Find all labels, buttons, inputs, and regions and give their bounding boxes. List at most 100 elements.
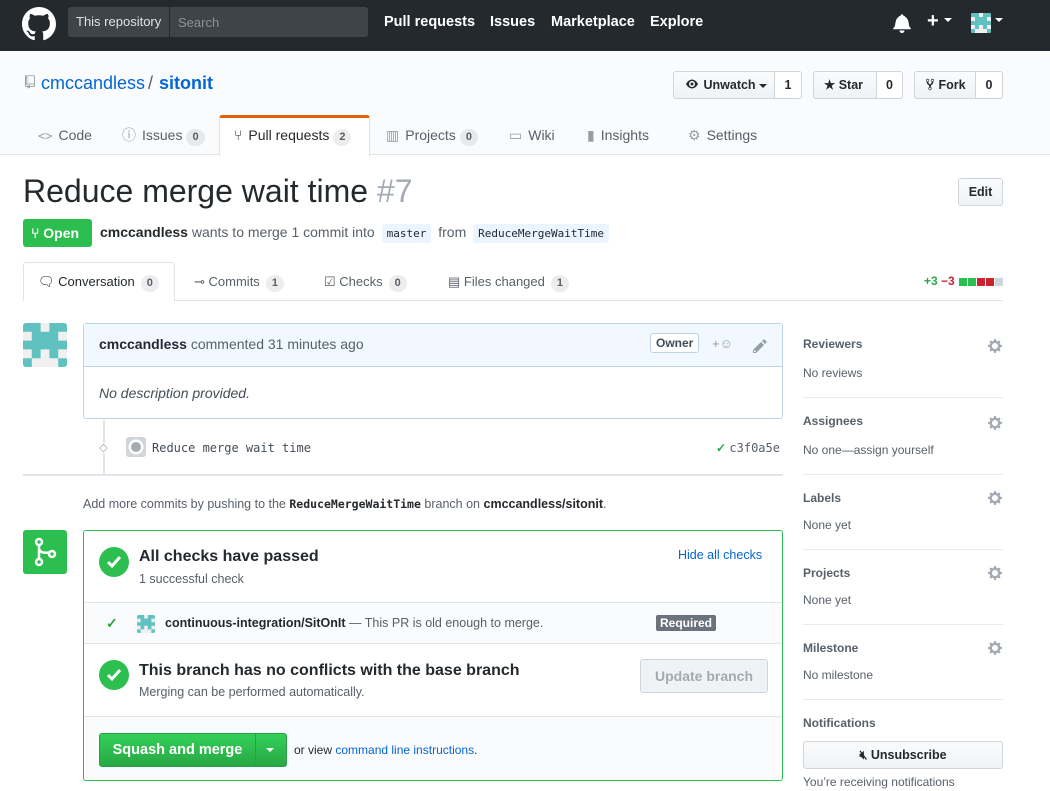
pr-author-link[interactable]: cmccandless — [100, 224, 188, 240]
command-line-instructions-link[interactable]: command line instructions — [335, 743, 474, 757]
tab-count: 2 — [333, 129, 352, 146]
comment-timestamp[interactable]: commented 31 minutes ago — [191, 336, 364, 352]
gear-icon[interactable] — [987, 490, 1003, 506]
tab-label: Projects — [405, 127, 456, 143]
pr-meta-text: wants to merge 1 commit into — [191, 224, 375, 240]
code-icon: <> — [38, 129, 53, 143]
check-circle-icon — [99, 547, 129, 577]
or-view-text: or view — [294, 743, 333, 757]
sidebar-heading: Assignees — [803, 414, 864, 428]
nav-issues[interactable]: Issues — [490, 14, 535, 30]
add-reaction-icon[interactable]: +☺ — [712, 336, 733, 351]
head-branch[interactable]: ReduceMergeWaitTime — [473, 224, 609, 243]
hint-branch: ReduceMergeWaitTime — [289, 497, 421, 511]
graph-icon: ▮ — [587, 127, 595, 143]
pr-meta: cmccandless wants to merge 1 commit into… — [100, 224, 612, 243]
nav-explore[interactable]: Explore — [650, 14, 703, 30]
tab-conversation[interactable]: 🗨︎ Conversation 0 — [38, 274, 159, 292]
merge-box: All checks have passed 1 successful chec… — [83, 530, 783, 781]
global-header: This repository Pull requests Issues Mar… — [0, 0, 1050, 51]
nav-marketplace[interactable]: Marketplace — [551, 14, 635, 30]
tab-projects[interactable]: ▥ Projects 0 — [386, 116, 478, 155]
merge-method-dropdown-icon[interactable] — [266, 748, 274, 752]
base-branch[interactable]: master — [381, 224, 432, 243]
edit-title-button[interactable]: Edit — [958, 178, 1003, 206]
comment-header: cmccandless commented 31 minutes ago Own… — [84, 324, 782, 367]
pr-state-badge: ⑂ Open — [23, 219, 92, 247]
comment-avatar[interactable] — [23, 323, 67, 367]
fork-icon — [925, 78, 935, 91]
gear-icon[interactable] — [987, 565, 1003, 581]
unwatch-button[interactable]: Unwatch — [673, 71, 775, 99]
commit-sha-text: c3f0a5e — [729, 441, 780, 455]
conflicts-subtitle: Merging can be performed automatically. — [139, 685, 365, 699]
tab-checks[interactable]: ☑ Checks 0 — [324, 274, 407, 292]
user-avatar[interactable] — [971, 13, 991, 33]
tab-insights[interactable]: ▮ Insights — [587, 116, 649, 155]
sidebar-heading: Milestone — [803, 641, 859, 655]
star-button[interactable]: ★ Star — [813, 71, 877, 99]
owner-label: Owner — [650, 333, 700, 353]
sidebar-value: None yet — [803, 518, 852, 532]
tab-count: 0 — [140, 275, 159, 292]
forks-count[interactable]: 0 — [976, 71, 1003, 99]
commit-message-link[interactable]: Reduce merge wait time — [152, 441, 311, 455]
tab-code[interactable]: <> Code — [38, 116, 92, 155]
tab-files-changed[interactable]: ▤ Files changed 1 — [448, 274, 569, 292]
nav-pull-requests[interactable]: Pull requests — [384, 14, 475, 30]
chevron-down-icon[interactable] — [995, 18, 1003, 22]
create-new-icon[interactable]: + — [927, 10, 953, 33]
tab-count: 0 — [388, 275, 407, 292]
tab-pull-requests[interactable]: ⑂ Pull requests 2 — [234, 116, 352, 155]
command-line-hint: or view command line instructions. — [294, 743, 477, 757]
repo-icon — [25, 75, 35, 89]
hide-checks-link[interactable]: Hide all checks — [678, 548, 762, 562]
repo-path-separator: / — [148, 73, 154, 93]
squash-and-merge-button[interactable]: Squash and merge — [100, 734, 256, 766]
tab-settings[interactable]: ⚙ Settings — [688, 116, 757, 155]
sidebar-value: No reviews — [803, 366, 863, 380]
sidebar-reviewers: Reviewers No reviews — [803, 323, 1003, 398]
stars-count[interactable]: 0 — [877, 71, 903, 99]
repo-name-link[interactable]: sitonit — [159, 73, 213, 94]
fork-button[interactable]: Fork — [914, 71, 976, 99]
diffstat-block — [995, 277, 1004, 286]
tab-label: Files changed — [463, 274, 545, 289]
tab-count: 1 — [265, 275, 284, 292]
github-logo-icon[interactable] — [22, 7, 56, 41]
additions-count: +3 — [924, 274, 938, 288]
update-branch-button[interactable]: Update branch — [640, 659, 768, 693]
period-text: . — [474, 743, 478, 757]
check-row: ✓ continuous-integration/SitOnIt — This … — [84, 603, 782, 644]
gear-icon[interactable] — [987, 640, 1003, 656]
commit-sha[interactable]: ✓ c3f0a5e — [716, 441, 780, 455]
sidebar-heading: Labels — [803, 491, 842, 505]
commit-icon: ◇ — [97, 443, 110, 454]
tab-commits[interactable]: ⊸ Commits 1 — [194, 274, 284, 292]
issue-icon: ⓘ — [122, 127, 136, 143]
commit-author-avatar[interactable] — [126, 437, 146, 457]
watchers-count[interactable]: 1 — [775, 71, 802, 99]
tab-count: 1 — [550, 275, 569, 292]
tab-label: Commits — [208, 274, 260, 289]
project-icon: ▥ — [386, 127, 400, 143]
bell-icon[interactable] — [893, 13, 911, 33]
checklist-icon: ☑ — [324, 274, 336, 289]
eye-icon — [686, 79, 698, 89]
tab-wiki[interactable]: ▭ Wiki — [509, 116, 555, 155]
pencil-icon[interactable] — [753, 338, 767, 354]
unsubscribe-button[interactable]: 🔇︎ Unsubscribe — [803, 741, 1003, 769]
diffstat[interactable]: +3 −3 — [924, 274, 1004, 288]
sidebar-value[interactable]: No one—assign yourself — [803, 443, 934, 457]
search-input[interactable] — [171, 7, 368, 37]
file-diff-icon: ▤ — [448, 274, 461, 289]
unwatch-label: Unwatch — [703, 78, 756, 92]
check-circle-icon — [99, 660, 129, 690]
sidebar-milestone: Milestone No milestone — [803, 625, 1003, 700]
gear-icon[interactable] — [987, 415, 1003, 431]
hint-repo: cmccandless/sitonit — [483, 497, 604, 511]
tab-issues[interactable]: ⓘ Issues 0 — [122, 116, 205, 155]
repo-owner-link[interactable]: cmccandless — [41, 73, 145, 94]
gear-icon[interactable] — [987, 338, 1003, 354]
comment-author-link[interactable]: cmccandless — [99, 336, 187, 352]
